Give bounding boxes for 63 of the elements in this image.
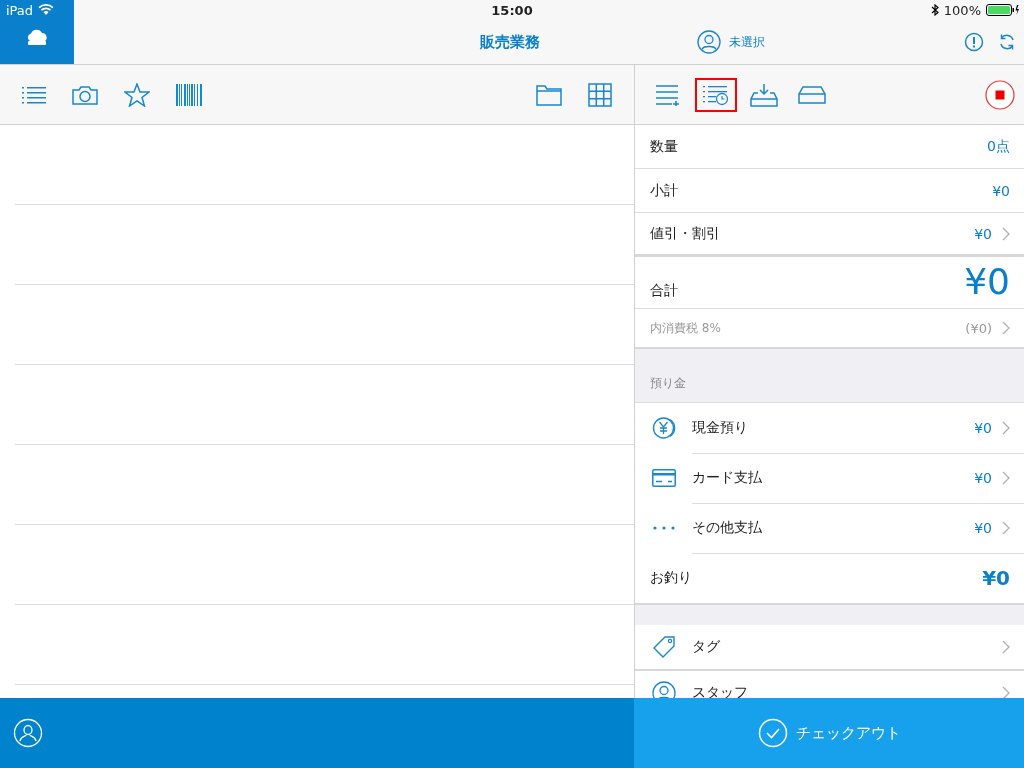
bluetooth-icon: [930, 4, 939, 16]
row-label: タグ: [692, 638, 721, 656]
chevron-icon: [1002, 470, 1010, 485]
payment-row[interactable]: その他支払 ¥0: [635, 503, 1024, 553]
folder-icon[interactable]: [536, 83, 562, 106]
add-list-icon: [656, 83, 680, 106]
row-value: ¥0: [974, 469, 992, 486]
star-icon[interactable]: [124, 82, 150, 107]
cloud-icon: [25, 29, 49, 47]
row-label: 現金預り: [692, 418, 749, 437]
grid-icon[interactable]: [588, 82, 612, 107]
row-value: ¥0: [964, 264, 1010, 300]
row-value: ¥0: [974, 419, 992, 436]
battery-icon: [986, 4, 1020, 16]
person-icon: [651, 681, 676, 698]
chevron-icon: [1002, 226, 1010, 241]
more-icon: [652, 526, 675, 530]
row-value: 0点: [987, 137, 1010, 156]
row-label: カード支払: [692, 468, 763, 487]
yen-coin-icon: [651, 416, 676, 440]
row-value: ¥0: [992, 182, 1010, 199]
person-icon: [697, 30, 721, 54]
summary-row[interactable]: 値引・割引 ¥0: [635, 213, 1024, 257]
row-label: 数量: [650, 137, 679, 156]
screen-title: 販売業務: [480, 32, 540, 51]
list-clock-icon: [703, 83, 729, 106]
person-icon[interactable]: [13, 718, 43, 748]
row-label: 小計: [650, 181, 679, 200]
card-icon: [651, 469, 676, 487]
row-value: ¥0: [974, 519, 992, 536]
app-logo[interactable]: [0, 0, 74, 64]
camera-icon[interactable]: [72, 84, 98, 105]
payment-row[interactable]: カード支払 ¥0: [635, 453, 1024, 503]
chevron-icon: [1002, 640, 1010, 654]
barcode-icon[interactable]: [176, 83, 202, 106]
refresh-icon[interactable]: [998, 33, 1016, 51]
tray-download-icon: [750, 82, 778, 107]
payment-row[interactable]: 現金預り ¥0: [635, 403, 1024, 453]
chevron-icon: [1002, 420, 1010, 435]
row-value: ¥0: [974, 225, 992, 242]
alert-icon[interactable]: [964, 32, 984, 52]
customer-selector[interactable]: 未選択: [697, 30, 765, 54]
wifi-icon: [38, 4, 55, 16]
section-title: 預り金: [650, 375, 686, 392]
carrier-label: iPad: [6, 2, 34, 18]
row-label: 合計: [650, 282, 679, 300]
row-label: お釣り: [650, 569, 693, 587]
battery-percent: 100%: [943, 2, 981, 18]
check-icon: [757, 718, 788, 748]
chevron-icon: [1002, 321, 1010, 335]
change-amount: ¥0: [982, 566, 1010, 590]
chevron-icon: [1002, 520, 1010, 535]
row-label: 値引・割引: [650, 224, 721, 243]
row-value: (¥0): [965, 320, 992, 336]
row-label: 内消費税 8%: [650, 319, 722, 337]
row-label: その他支払: [692, 518, 763, 537]
clock-time: 15:00: [491, 2, 533, 18]
list-icon[interactable]: [22, 84, 46, 105]
history-tool[interactable]: [695, 77, 737, 112]
drawer-icon: [798, 85, 826, 104]
option-row[interactable]: タグ: [635, 625, 1024, 671]
tag-icon: [651, 636, 676, 658]
stop-button[interactable]: [985, 79, 1015, 110]
